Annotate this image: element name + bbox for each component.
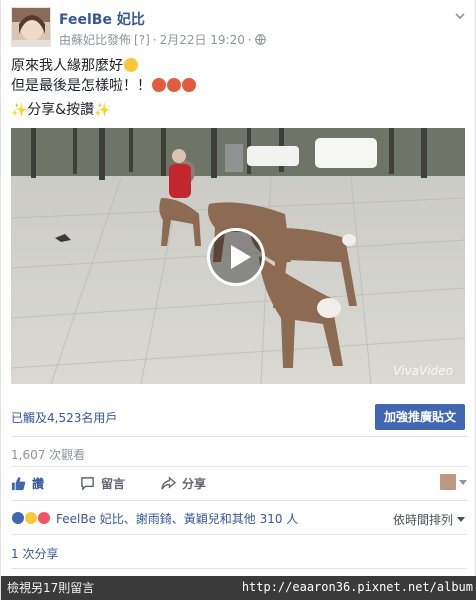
- reactions-text[interactable]: FeelBe 妃比、謝雨錡、黃穎兒和其他 310 人: [56, 510, 298, 527]
- message-text: 但是最後是怎樣啦！！: [11, 78, 151, 94]
- url-watermark: http://eaaron36.pixnet.net/album: [241, 580, 473, 594]
- chevron-down-icon[interactable]: [453, 9, 467, 23]
- view-more-comments-link[interactable]: 檢視另17則留言: [7, 579, 94, 596]
- like-button[interactable]: 讚: [11, 475, 44, 492]
- divider: [11, 534, 467, 535]
- message-text: 分享&按讚: [27, 102, 95, 118]
- viewer-avatar: [440, 474, 456, 490]
- thumbs-up-icon: [11, 476, 26, 490]
- author-avatar[interactable]: [11, 7, 51, 47]
- angry-emoji-icon: [152, 78, 166, 92]
- message-line: ✨分享&按讚✨: [11, 100, 467, 121]
- comment-label: 留言: [101, 476, 126, 491]
- comment-icon: [81, 476, 94, 491]
- video-watermark: VivaVideo: [393, 364, 453, 378]
- sort-label: 依時間排列: [392, 513, 453, 527]
- divider: [11, 436, 467, 437]
- video-player[interactable]: VivaVideo: [11, 128, 465, 384]
- caret-down-icon: [459, 479, 467, 485]
- share-count[interactable]: 1 次分享: [11, 545, 58, 562]
- divider: [11, 500, 467, 501]
- message-line: 但是最後是怎樣啦！！: [11, 76, 467, 96]
- watermark-bar: 檢視另17則留言 http://eaaron36.pixnet.net/albu…: [1, 576, 476, 600]
- byline[interactable]: 由蘇妃比發佈: [59, 31, 131, 48]
- boost-post-button[interactable]: 加強推廣貼文: [374, 404, 465, 430]
- reaction-icons[interactable]: [11, 511, 51, 525]
- share-icon: [161, 475, 177, 489]
- message-text: 原來我人緣那麼好: [11, 58, 123, 74]
- byline-help[interactable]: [?]: [134, 33, 150, 47]
- angry-emoji-icon: [167, 78, 181, 92]
- reach-row: 已觸及4,523名用戶 加強推廣貼文: [11, 400, 467, 434]
- comment-sort-dropdown[interactable]: 依時間排列: [393, 511, 465, 528]
- caret-down-icon: [457, 517, 465, 522]
- meta-separator: ·: [247, 32, 252, 47]
- globe-icon[interactable]: [254, 34, 266, 45]
- post-meta: 由蘇妃比發佈 [?] · 2月22日 19:20 ·: [59, 31, 266, 48]
- post-date[interactable]: 2月22日 19:20: [160, 31, 245, 48]
- sparkles-icon: ✨: [11, 103, 28, 118]
- play-button[interactable]: [207, 228, 265, 286]
- post-header: FeelBe 妃比 由蘇妃比發佈 [?] · 2月22日 19:20 ·: [11, 7, 467, 49]
- share-button[interactable]: 分享: [161, 475, 206, 492]
- angry-emoji-icon: [182, 78, 196, 92]
- laughing-emoji-icon: [124, 58, 138, 72]
- share-label: 分享: [182, 476, 207, 491]
- comment-button[interactable]: 留言: [80, 475, 125, 492]
- post-as-selector[interactable]: [440, 474, 467, 490]
- post-message: 原來我人緣那麼好 但是最後是怎樣啦！！ ✨分享&按讚✨: [11, 56, 467, 121]
- reactions-row: FeelBe 妃比、謝雨錡、黃穎兒和其他 310 人 依時間排列: [11, 508, 467, 528]
- sparkles-icon: ✨: [94, 103, 111, 118]
- like-label: 讚: [32, 476, 45, 491]
- divider: [11, 568, 467, 569]
- haha-reaction-icon: [24, 511, 38, 525]
- view-count: 1,607 次觀看: [11, 448, 86, 462]
- message-line: 原來我人緣那麼好: [11, 56, 467, 76]
- avatar-image: [12, 8, 50, 46]
- action-bar: 讚 留言 分享: [11, 470, 467, 496]
- reach-text[interactable]: 已觸及4,523名用戶: [11, 409, 117, 426]
- like-reaction-icon: [11, 511, 25, 525]
- meta-separator: ·: [152, 32, 157, 47]
- love-reaction-icon: [37, 511, 51, 525]
- divider: [11, 466, 467, 467]
- author-name[interactable]: FeelBe 妃比: [59, 9, 145, 29]
- facebook-post: FeelBe 妃比 由蘇妃比發佈 [?] · 2月22日 19:20 · 原來我…: [0, 0, 476, 600]
